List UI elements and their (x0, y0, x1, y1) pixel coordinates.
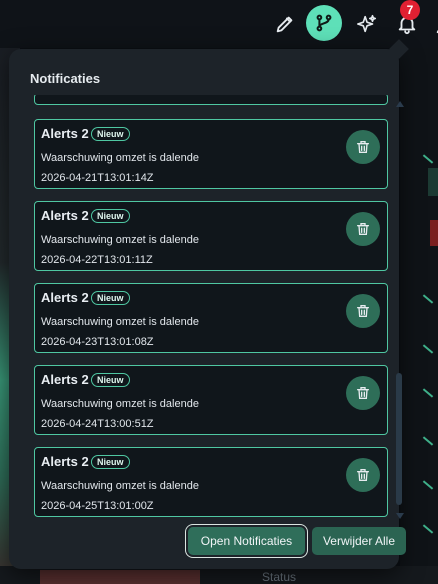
notification-card: Alerts 2 Nieuw Waarschuwing omzet is dal… (34, 365, 388, 435)
delete-notification-button[interactable] (346, 458, 380, 492)
trash-icon (357, 469, 369, 481)
notification-message: Waarschuwing omzet is dalende (41, 480, 199, 492)
trash-icon (357, 305, 369, 317)
clear-all-button[interactable]: Verwijder Alle (312, 527, 406, 555)
notification-card: Alerts 2 Nieuw Waarschuwing omzet is dal… (34, 283, 388, 353)
notification-timestamp: 2026-04-24T13:00:51Z (41, 418, 154, 430)
user-icon[interactable] (428, 7, 438, 41)
new-badge: Nieuw (91, 209, 130, 223)
status-label: Status (262, 570, 297, 584)
scroll-up-arrow[interactable] (396, 101, 404, 107)
delete-notification-button[interactable] (346, 294, 380, 328)
notification-card: Alerts 2 Nieuw Waarschuwing omzet is dal… (34, 201, 388, 271)
pencil-icon[interactable] (268, 7, 302, 41)
delete-notification-button[interactable] (346, 130, 380, 164)
trash-icon (357, 141, 369, 153)
notification-count-badge: 7 (400, 0, 420, 20)
notification-card-partial (34, 95, 388, 105)
scroll-down-arrow[interactable] (396, 513, 404, 519)
sparkle-icon[interactable] (350, 7, 384, 41)
trash-icon (357, 387, 369, 399)
new-badge: Nieuw (91, 373, 130, 387)
notification-timestamp: 2026-04-23T13:01:08Z (41, 336, 154, 348)
delete-notification-button[interactable] (346, 376, 380, 410)
delete-notification-button[interactable] (346, 212, 380, 246)
notification-card: Alerts 2 Nieuw Waarschuwing omzet is dal… (34, 447, 388, 517)
background-content-right (400, 48, 438, 584)
trash-icon (357, 223, 369, 235)
notification-title: Alerts 2 (41, 208, 89, 223)
open-notifications-button[interactable]: Open Notificaties (188, 527, 305, 555)
notification-timestamp: 2026-04-21T13:01:14Z (41, 172, 154, 184)
popover-title: Notificaties (30, 71, 101, 86)
notification-title: Alerts 2 (41, 454, 89, 469)
notification-message: Waarschuwing omzet is dalende (41, 398, 199, 410)
new-badge: Nieuw (91, 127, 130, 141)
git-branch-icon[interactable] (306, 5, 342, 41)
notification-title: Alerts 2 (41, 372, 89, 387)
new-badge: Nieuw (91, 291, 130, 305)
notification-card: Alerts 2 Nieuw Waarschuwing omzet is dal… (34, 119, 388, 189)
notification-list[interactable]: Alerts 2 Nieuw Waarschuwing omzet is dal… (34, 95, 388, 565)
notification-title: Alerts 2 (41, 126, 89, 141)
notifications-popover: Notificaties Alerts 2 Nieuw Waarschuwing… (9, 39, 409, 569)
notification-timestamp: 2026-04-25T13:01:00Z (41, 500, 154, 512)
notification-message: Waarschuwing omzet is dalende (41, 316, 199, 328)
notification-timestamp: 2026-04-22T13:01:11Z (41, 254, 153, 266)
notification-message: Waarschuwing omzet is dalende (41, 152, 199, 164)
top-toolbar: 7 (248, 0, 438, 46)
scrollbar[interactable] (395, 101, 404, 519)
new-badge: Nieuw (91, 455, 130, 469)
scrollbar-thumb[interactable] (396, 373, 402, 505)
notification-title: Alerts 2 (41, 290, 89, 305)
notification-message: Waarschuwing omzet is dalende (41, 234, 199, 246)
